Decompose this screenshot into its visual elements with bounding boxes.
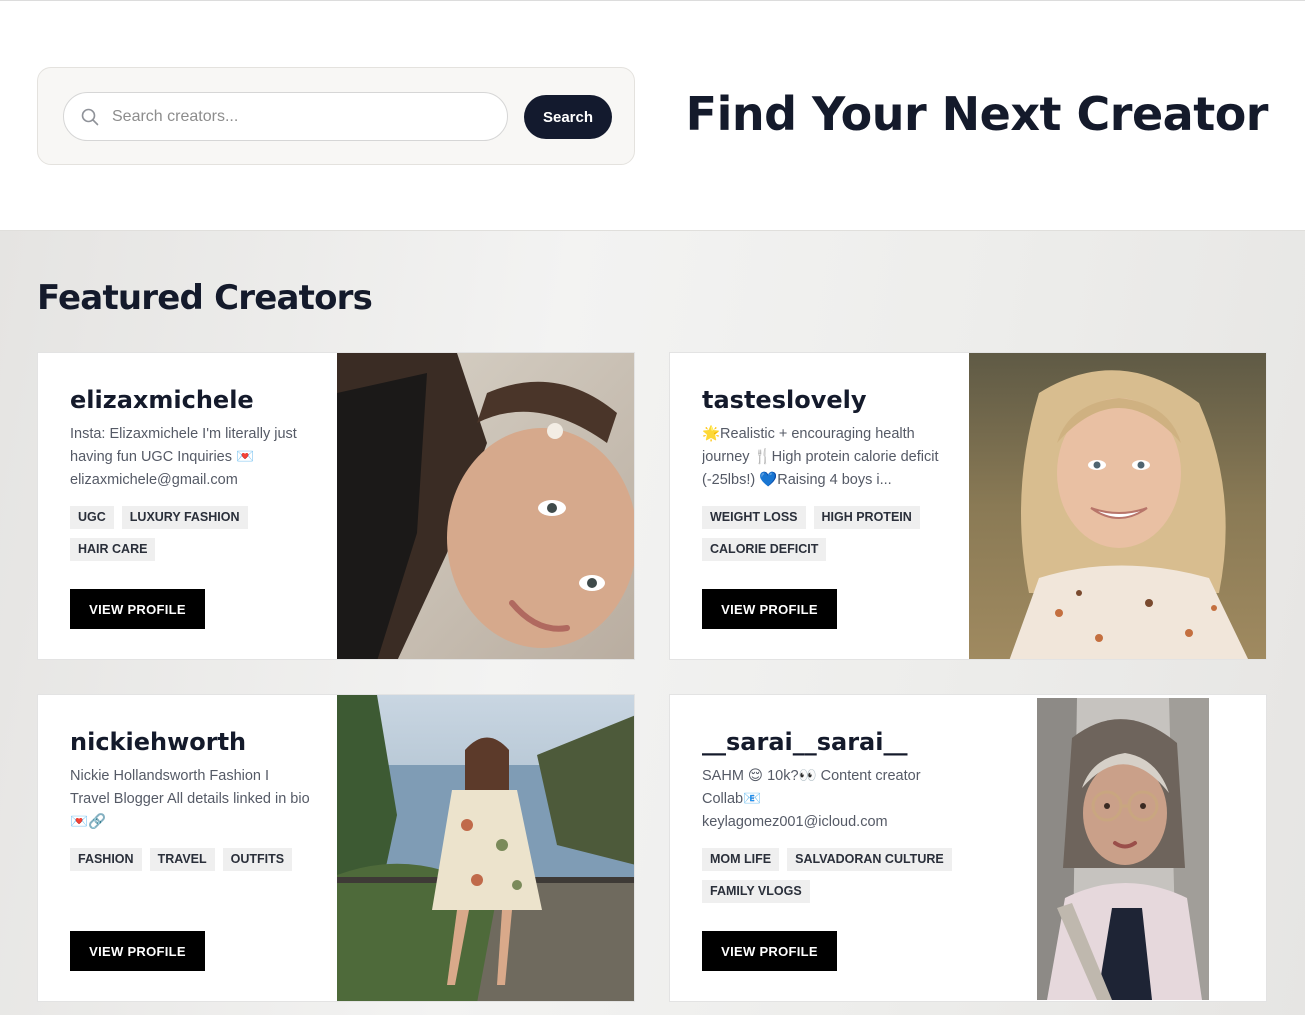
creator-bio: Nickie Hollandsworth Fashion I Travel Bl…: [70, 768, 310, 830]
creator-bio: 🌟Realistic + encouraging health journey …: [702, 426, 939, 488]
creator-info: nickiehworth Nickie Hollandsworth Fashio…: [70, 727, 310, 871]
creator-photo: [1037, 698, 1209, 1000]
category-tag: MOM LIFE: [702, 848, 780, 871]
category-tag: UGC: [70, 506, 114, 529]
category-tag: SALVADORAN CULTURE: [787, 848, 952, 871]
hero-section: Search Find Your Next Creator: [0, 1, 1305, 230]
creator-photo: [337, 695, 634, 1001]
page-title: Find Your Next Creator: [685, 87, 1269, 141]
creator-name: nickiehworth: [70, 728, 247, 756]
category-tag: FASHION: [70, 848, 142, 871]
creator-bio: Insta: Elizaxmichele I'm literally just …: [70, 426, 297, 488]
creator-name: __sarai__sarai__: [702, 728, 908, 756]
view-profile-button[interactable]: VIEW PROFILE: [70, 931, 205, 971]
creator-name: elizaxmichele: [70, 386, 254, 414]
category-tag: LUXURY FASHION: [121, 506, 248, 529]
search-input[interactable]: [112, 101, 492, 132]
category-tag: FAMILY VLOGS: [702, 880, 810, 903]
creator-bio: SAHM 😌 10k?👀 Content creator Collab📧 key…: [702, 768, 921, 830]
creator-info: elizaxmichele Insta: Elizaxmichele I'm l…: [70, 385, 310, 561]
category-tag: TRAVEL: [149, 848, 215, 871]
category-tag: HAIR CARE: [70, 538, 156, 561]
search-icon: [81, 108, 99, 126]
creator-card: tasteslovely 🌟Realistic + encouraging he…: [669, 352, 1267, 660]
creator-card: __sarai__sarai__ SAHM 😌 10k?👀 Content cr…: [669, 694, 1267, 1002]
search-box[interactable]: [63, 92, 508, 141]
category-tag: HIGH PROTEIN: [813, 506, 920, 529]
section-heading: Featured Creators: [37, 278, 373, 318]
tag-list: FASHION TRAVEL OUTFITS: [70, 848, 320, 871]
search-button[interactable]: Search: [524, 95, 612, 139]
category-tag: WEIGHT LOSS: [702, 506, 806, 529]
creator-info: __sarai__sarai__ SAHM 😌 10k?👀 Content cr…: [702, 727, 952, 903]
search-panel: Search: [37, 67, 635, 165]
creator-photo: [337, 353, 634, 659]
tag-list: MOM LIFE SALVADORAN CULTURE FAMILY VLOGS: [702, 848, 952, 903]
creator-name: tasteslovely: [702, 386, 867, 414]
featured-creators-section: Featured Creators elizaxmichele Insta: E…: [0, 230, 1305, 1015]
view-profile-button[interactable]: VIEW PROFILE: [70, 589, 205, 629]
view-profile-button[interactable]: VIEW PROFILE: [702, 931, 837, 971]
category-tag: CALORIE DEFICIT: [702, 538, 827, 561]
creator-card: elizaxmichele Insta: Elizaxmichele I'm l…: [37, 352, 635, 660]
view-profile-button[interactable]: VIEW PROFILE: [702, 589, 837, 629]
category-tag: OUTFITS: [222, 848, 293, 871]
tag-list: WEIGHT LOSS HIGH PROTEIN CALORIE DEFICIT: [702, 506, 952, 561]
tag-list: UGC LUXURY FASHION HAIR CARE: [70, 506, 320, 561]
creator-info: tasteslovely 🌟Realistic + encouraging he…: [702, 385, 942, 561]
creator-card: nickiehworth Nickie Hollandsworth Fashio…: [37, 694, 635, 1002]
creator-photo: [969, 353, 1266, 659]
